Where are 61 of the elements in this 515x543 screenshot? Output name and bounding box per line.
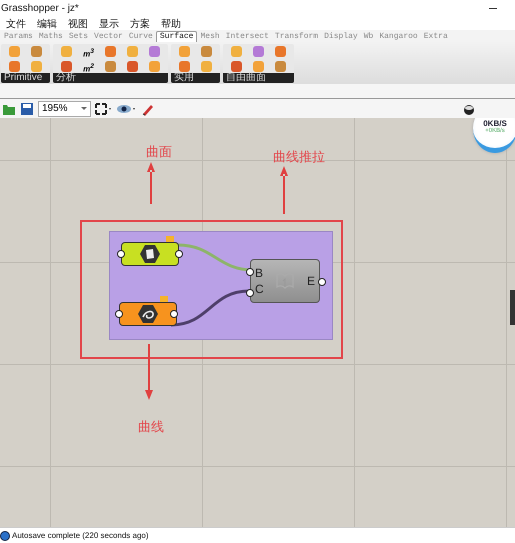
annotation-label: 曲面 bbox=[146, 143, 172, 161]
component-icon[interactable] bbox=[127, 46, 138, 57]
menu-item[interactable]: 编辑 bbox=[37, 16, 57, 30]
component-icon[interactable] bbox=[31, 46, 42, 57]
status-text: Autosave complete (220 seconds ago) bbox=[12, 531, 149, 540]
group-label[interactable]: 实用 bbox=[171, 73, 220, 83]
curve-icon bbox=[137, 304, 159, 324]
zoom-extents-icon[interactable] bbox=[95, 102, 113, 114]
group-label[interactable]: 分析 bbox=[53, 73, 168, 83]
menu-item[interactable]: 帮助 bbox=[161, 16, 181, 30]
param-node[interactable] bbox=[121, 242, 179, 266]
annotation-label: 曲线推拉 bbox=[273, 148, 325, 166]
component-icon[interactable] bbox=[9, 46, 20, 57]
menu-item[interactable]: 方案 bbox=[130, 16, 150, 30]
network-speed: 0KB/S bbox=[483, 118, 507, 128]
surface-icon bbox=[139, 244, 161, 264]
component-icon[interactable] bbox=[31, 61, 42, 72]
component-icon[interactable] bbox=[253, 46, 264, 57]
component-node[interactable]: B C E bbox=[250, 259, 320, 303]
group-label[interactable]: 自由曲面 bbox=[223, 73, 294, 83]
flag-icon bbox=[160, 296, 168, 302]
param-node[interactable] bbox=[119, 302, 177, 326]
component-icon[interactable] bbox=[253, 61, 264, 72]
component-icon[interactable] bbox=[149, 61, 160, 72]
sphere-icon[interactable] bbox=[463, 102, 475, 114]
arrow bbox=[145, 344, 153, 400]
eye-icon[interactable] bbox=[117, 102, 137, 114]
save-icon[interactable] bbox=[20, 102, 34, 116]
menu-item[interactable]: 视图 bbox=[68, 16, 88, 30]
zoom-dropdown[interactable]: 195% bbox=[38, 100, 91, 116]
component-icon[interactable] bbox=[231, 61, 242, 72]
input-label: C bbox=[255, 282, 264, 296]
menu-item[interactable]: 文件 bbox=[6, 16, 26, 30]
output-label: E bbox=[306, 274, 315, 288]
component-icon[interactable] bbox=[231, 46, 242, 57]
component-button[interactable]: m$^{2}$ bbox=[79, 61, 98, 72]
flag-icon bbox=[166, 236, 174, 242]
component-icon[interactable] bbox=[105, 46, 116, 57]
component-icon[interactable] bbox=[275, 61, 286, 72]
component-icon[interactable] bbox=[61, 46, 72, 57]
side-panel-handle[interactable] bbox=[510, 290, 515, 325]
component-icon[interactable] bbox=[179, 46, 190, 57]
component-icon[interactable] bbox=[179, 61, 190, 72]
component-icon[interactable] bbox=[127, 61, 138, 72]
input-label: B bbox=[255, 266, 264, 280]
component-icon[interactable] bbox=[201, 46, 212, 57]
window-title: Grasshopper - jz* bbox=[1, 3, 79, 14]
info-icon bbox=[0, 530, 10, 540]
component-icon[interactable] bbox=[149, 46, 160, 57]
menu-item[interactable]: 显示 bbox=[99, 16, 119, 30]
component-icon[interactable] bbox=[275, 46, 286, 57]
tab[interactable]: Surface bbox=[156, 31, 198, 42]
arrow bbox=[147, 162, 155, 204]
component-button[interactable]: m$^{3}$ bbox=[79, 46, 98, 57]
component-icon[interactable] bbox=[201, 61, 212, 72]
component-icon[interactable] bbox=[61, 61, 72, 72]
annotation-label: 曲线 bbox=[138, 418, 164, 436]
arrow bbox=[280, 166, 288, 214]
component-icon[interactable] bbox=[9, 61, 20, 72]
component-icon[interactable] bbox=[105, 61, 116, 72]
group-label[interactable]: Primitive bbox=[1, 73, 50, 83]
